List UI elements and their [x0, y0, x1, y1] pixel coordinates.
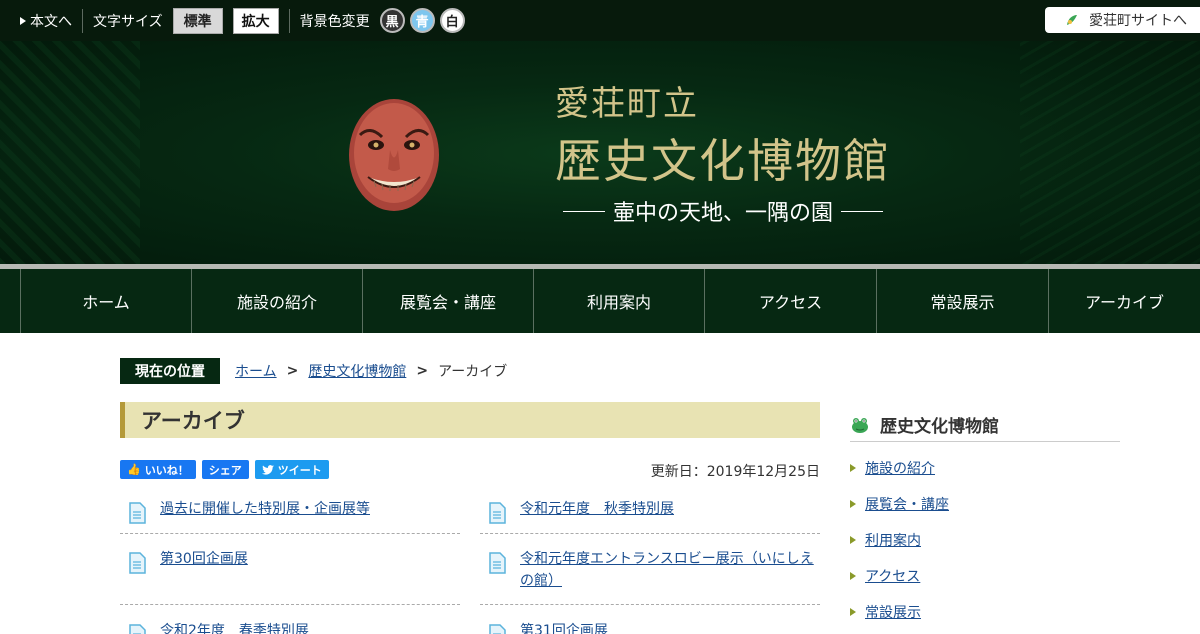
facebook-share-button[interactable]: シェア — [201, 460, 249, 479]
list-item: 第31回企画展 — [480, 614, 820, 634]
sidebar-item-guide[interactable]: 利用案内 — [850, 522, 1120, 558]
town-logo-icon — [1067, 15, 1077, 25]
utility-bar: 本文へ 文字サイズ 標準 拡大 背景色変更 黒 青 白 愛荘町サイトへ — [0, 0, 1200, 41]
arrow-right-icon — [20, 16, 26, 25]
document-icon — [489, 502, 506, 524]
row-divider — [120, 604, 460, 605]
skip-label: 本文へ — [30, 13, 72, 30]
list-item: 過去に開催した特別展・企画展等 — [120, 492, 460, 534]
twitter-bird-icon — [261, 464, 274, 475]
list-item: 第30回企画展 — [120, 542, 460, 605]
row-divider — [120, 533, 460, 534]
archive-link[interactable]: 第31回企画展 — [520, 620, 608, 634]
document-icon — [489, 552, 506, 574]
nav-item-home[interactable]: ホーム — [20, 269, 191, 333]
document-icon — [129, 552, 146, 574]
decorative-pattern — [1020, 41, 1200, 266]
font-size-label: 文字サイズ — [93, 13, 163, 30]
divider — [288, 8, 290, 33]
sidebar-title: 歴史文化博物館 — [880, 417, 999, 437]
breadcrumb-current: アーカイブ — [438, 364, 508, 380]
nav-item-access[interactable]: アクセス — [704, 269, 876, 333]
facebook-like-button[interactable]: 👍 いいね！ — [120, 460, 196, 479]
bg-color-label: 背景色変更 — [299, 13, 370, 30]
hero-banner: 愛荘町立 歴史文化博物館 壷中の天地、一隅の園 — [0, 41, 1200, 266]
font-standard-button[interactable]: 標準 — [172, 7, 223, 34]
sidebar-item-exhibitions[interactable]: 展覧会・講座 — [850, 486, 1120, 522]
divider — [82, 8, 83, 33]
town-site-label: 愛荘町サイトへ — [1089, 13, 1187, 29]
document-icon — [129, 502, 146, 524]
nav-item-guide[interactable]: 利用案内 — [533, 269, 704, 333]
sidebar-link[interactable]: 施設の紹介 — [865, 458, 935, 478]
list-item: 令和元年度 秋季特別展 — [480, 492, 820, 534]
archive-link[interactable]: 令和元年度エントランスロビー展示（いにしえの館） — [520, 548, 820, 605]
archive-link[interactable]: 第30回企画展 — [160, 548, 248, 605]
document-icon — [489, 624, 506, 634]
twitter-tweet-button[interactable]: ツイート — [254, 460, 329, 479]
list-item: 令和元年度エントランスロビー展示（いにしえの館） — [480, 542, 820, 605]
town-site-link[interactable]: 愛荘町サイトへ — [1045, 7, 1200, 33]
document-icon — [129, 624, 146, 634]
skip-to-content-link[interactable]: 本文へ — [20, 11, 72, 31]
bg-white-button[interactable]: 白 — [439, 8, 465, 33]
museum-subtitle: 愛荘町立 — [555, 84, 699, 124]
frog-icon — [852, 417, 868, 433]
bg-blue-button[interactable]: 青 — [409, 8, 435, 33]
sidebar-link[interactable]: アクセス — [865, 566, 920, 586]
sidebar-item-permanent[interactable]: 常設展示 — [850, 594, 1120, 630]
arrow-right-icon — [850, 500, 856, 508]
decorative-pattern — [0, 41, 140, 266]
breadcrumb-home-link[interactable]: ホーム — [235, 361, 277, 381]
sidebar-item-facility[interactable]: 施設の紹介 — [850, 450, 1120, 486]
breadcrumb-label: 現在の位置 — [120, 358, 220, 384]
sidebar-link[interactable]: 展覧会・講座 — [865, 494, 949, 514]
row-divider — [480, 604, 820, 605]
arrow-right-icon — [850, 572, 856, 580]
row-divider — [480, 533, 820, 534]
sidebar-link[interactable]: 常設展示 — [865, 602, 921, 622]
archive-link[interactable]: 令和2年度 春季特別展 — [160, 620, 309, 634]
noh-mask-image — [349, 99, 439, 211]
like-label: いいね！ — [144, 463, 189, 477]
breadcrumb-separator: > — [416, 363, 429, 379]
archive-link[interactable]: 過去に開催した特別展・企画展等 — [160, 498, 370, 534]
sidebar: 歴史文化博物館 施設の紹介 展覧会・講座 利用案内 アクセス 常設展示 — [850, 408, 1120, 630]
global-nav: ホーム 施設の紹介 展覧会・講座 利用案内 アクセス 常設展示 アーカイブ — [0, 269, 1200, 333]
archive-link[interactable]: 令和元年度 秋季特別展 — [520, 498, 674, 534]
breadcrumb-separator: > — [286, 363, 299, 379]
motto-dash — [841, 210, 884, 212]
page-title: アーカイブ — [120, 402, 820, 438]
tweet-label: ツイート — [277, 463, 322, 477]
nav-item-archive[interactable]: アーカイブ — [1048, 269, 1200, 333]
breadcrumb-museum-link[interactable]: 歴史文化博物館 — [308, 361, 406, 381]
bg-black-button[interactable]: 黒 — [379, 8, 405, 33]
sidebar-heading: 歴史文化博物館 — [850, 408, 1120, 442]
breadcrumb: 現在の位置 ホーム > 歴史文化博物館 > アーカイブ — [120, 358, 507, 384]
museum-title: 歴史文化博物館 — [555, 134, 891, 188]
arrow-right-icon — [850, 608, 856, 616]
social-buttons: 👍 いいね！ シェア ツイート — [120, 460, 329, 479]
arrow-right-icon — [850, 536, 856, 544]
font-large-button[interactable]: 拡大 — [232, 7, 279, 34]
sidebar-item-access[interactable]: アクセス — [850, 558, 1120, 594]
nav-item-facility[interactable]: 施設の紹介 — [191, 269, 362, 333]
motto-text: 壷中の天地、一隅の園 — [613, 201, 834, 226]
list-item: 令和2年度 春季特別展 — [120, 614, 460, 634]
thumbs-up-icon: 👍 — [127, 463, 141, 476]
motto-dash — [563, 210, 605, 212]
arrow-right-icon — [850, 464, 856, 472]
nav-item-exhibitions[interactable]: 展覧会・講座 — [362, 269, 533, 333]
museum-motto: 壷中の天地、一隅の園 — [555, 195, 891, 227]
updated-date: 更新日：2019年12月25日 — [650, 464, 820, 480]
sidebar-link[interactable]: 利用案内 — [865, 530, 921, 550]
nav-item-permanent[interactable]: 常設展示 — [876, 269, 1048, 333]
